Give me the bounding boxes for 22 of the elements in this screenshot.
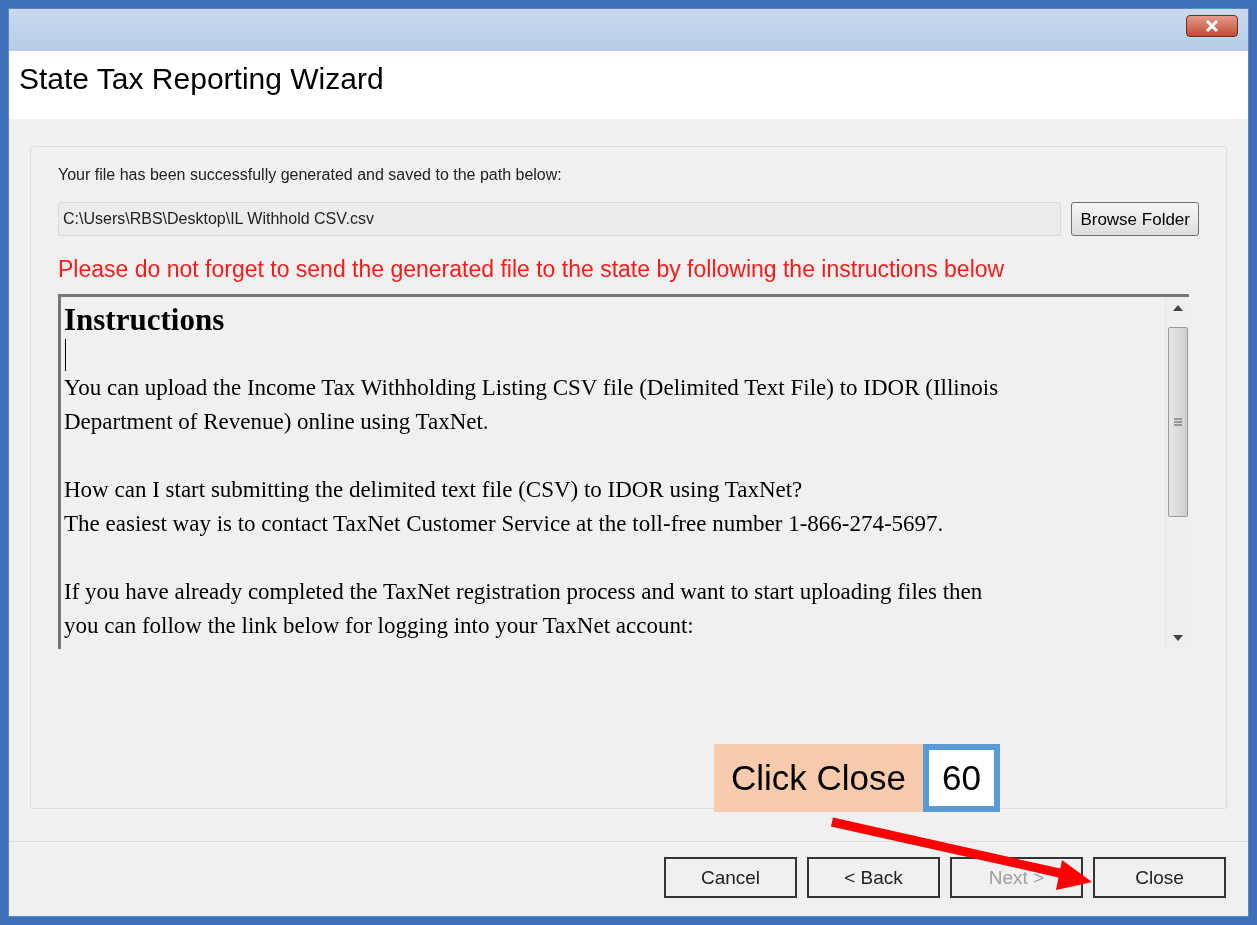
callout-label: Click Close [714, 744, 924, 812]
browse-folder-button[interactable]: Browse Folder [1071, 202, 1199, 237]
grip-icon [1172, 417, 1183, 428]
scroll-down-icon[interactable] [1172, 635, 1183, 642]
wizard-button[interactable]: < Back [807, 857, 940, 899]
warning-message: Please do not forget to send the generated file to the state by following the instructions below [58, 255, 1006, 285]
scroll-thumb[interactable] [1167, 327, 1188, 518]
step-number: 60 [923, 744, 1000, 812]
instruction-paragraph: You can upload the Income Tax Withholding Listing CSV file (Delimited Text File) to IDOR (Illinois Department of Revenue) online using TaxNet. [64, 374, 999, 437]
instructions-heading: Instructions [64, 301, 226, 340]
success-message: Your file has been successfully generated and saved to the path below: [58, 165, 563, 186]
window-title: State Tax Reporting Wizard [19, 60, 384, 97]
instruction-paragraph: If you have already completed the TaxNet registration process and want to start uploading files then you can follow the link below for logging into your TaxNet account: [64, 578, 983, 641]
wizard-button[interactable]: Cancel [664, 857, 797, 899]
close-icon [1205, 20, 1219, 32]
wizard-button[interactable]: Close [1093, 857, 1226, 899]
path-field[interactable]: C:\Users\RBS\Desktop\IL Withhold CSV.csv [58, 202, 1062, 237]
close-button[interactable] [1186, 15, 1238, 37]
instruction-paragraph: How can I start submitting the delimited text file (CSV) to IDOR using TaxNet? The easiest way is to contact TaxNet Customer Service at the toll-free number 1-866-274-5697. [64, 476, 944, 539]
scroll-up-icon[interactable] [1172, 305, 1183, 312]
scrollbar[interactable] [1165, 297, 1189, 650]
text-cursor [65, 339, 66, 372]
